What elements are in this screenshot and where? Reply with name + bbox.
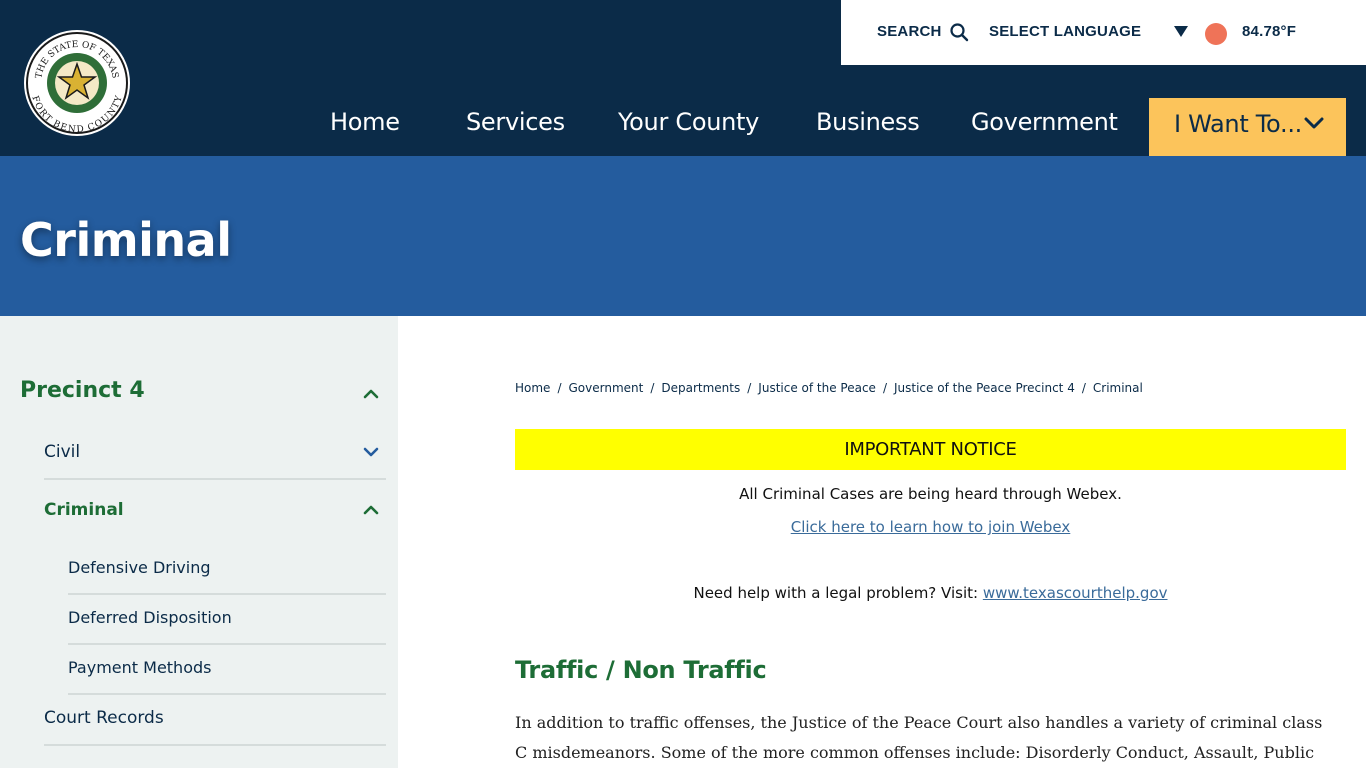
temperature: 84.78°F (1242, 23, 1297, 40)
divider (44, 744, 386, 746)
i-want-to-label: I Want To... (1174, 110, 1302, 138)
select-language-label[interactable]: SELECT LANGUAGE (989, 23, 1141, 40)
sidebar-subitem-payment-methods[interactable]: Payment Methods (68, 658, 211, 677)
breadcrumb-government[interactable]: Government (568, 381, 643, 395)
sidebar-item-court-records[interactable]: Court Records (44, 708, 164, 728)
i-want-to-button[interactable]: I Want To... (1149, 98, 1346, 156)
search-label[interactable]: SEARCH (877, 23, 942, 40)
page-banner: Criminal (0, 156, 1366, 316)
chevron-up-icon[interactable] (363, 505, 379, 515)
divider (68, 593, 386, 595)
breadcrumb-precinct-4[interactable]: Justice of the Peace Precinct 4 (894, 381, 1075, 395)
sidebar-item-civil[interactable]: Civil (44, 442, 80, 462)
county-seal-logo[interactable]: THE STATE OF TEXAS FORT BEND COUNTY (23, 28, 131, 138)
sidebar-subitem-deferred-disposition[interactable]: Deferred Disposition (68, 608, 232, 627)
webex-help-link[interactable]: Click here to learn how to join Webex (515, 518, 1346, 536)
section-heading: Traffic / Non Traffic (515, 656, 767, 684)
divider (68, 643, 386, 645)
nav-business[interactable]: Business (816, 108, 920, 136)
site-header: THE STATE OF TEXAS FORT BEND COUNTY SEAR… (0, 0, 1366, 156)
important-notice-label: IMPORTANT NOTICE (844, 439, 1017, 460)
divider (68, 693, 386, 695)
notice-text: All Criminal Cases are being heard throu… (739, 485, 1122, 503)
sidebar-heading-precinct-4[interactable]: Precinct 4 (20, 378, 145, 403)
chevron-up-icon[interactable] (363, 389, 379, 399)
caret-down-icon[interactable] (1174, 26, 1188, 37)
sidebar-item-criminal[interactable]: Criminal (44, 500, 124, 520)
sidebar-subitem-defensive-driving[interactable]: Defensive Driving (68, 558, 211, 577)
important-notice-banner: IMPORTANT NOTICE (515, 429, 1346, 470)
breadcrumb-departments[interactable]: Departments (661, 381, 740, 395)
breadcrumb: Home / Government / Departments / Justice of t… (515, 381, 1143, 395)
legal-help-line: Need help with a legal problem? Visit: w… (515, 584, 1346, 602)
nav-government[interactable]: Government (971, 108, 1118, 136)
breadcrumb-home[interactable]: Home (515, 381, 550, 395)
sidebar: Precinct 4 Civil Criminal Defensive Driv… (0, 316, 398, 768)
breadcrumb-current: Criminal (1092, 381, 1143, 395)
nav-home[interactable]: Home (330, 108, 400, 136)
texascourthelp-link[interactable]: www.texascourthelp.gov (983, 584, 1168, 602)
breadcrumb-justice-of-the-peace[interactable]: Justice of the Peace (758, 381, 876, 395)
page-title: Criminal (20, 213, 232, 267)
search-icon[interactable] (949, 22, 969, 42)
divider (44, 478, 386, 480)
chevron-down-icon (1304, 117, 1324, 129)
legal-help-text: Need help with a legal problem? Visit: (693, 584, 983, 602)
nav-your-county[interactable]: Your County (618, 108, 759, 136)
utility-bar: SEARCH SELECT LANGUAGE 84.78°F (841, 0, 1366, 65)
weather-icon (1205, 23, 1227, 45)
body-paragraph: In addition to traffic offenses, the Jus… (515, 713, 1323, 762)
chevron-down-icon[interactable] (363, 447, 379, 457)
nav-services[interactable]: Services (466, 108, 565, 136)
